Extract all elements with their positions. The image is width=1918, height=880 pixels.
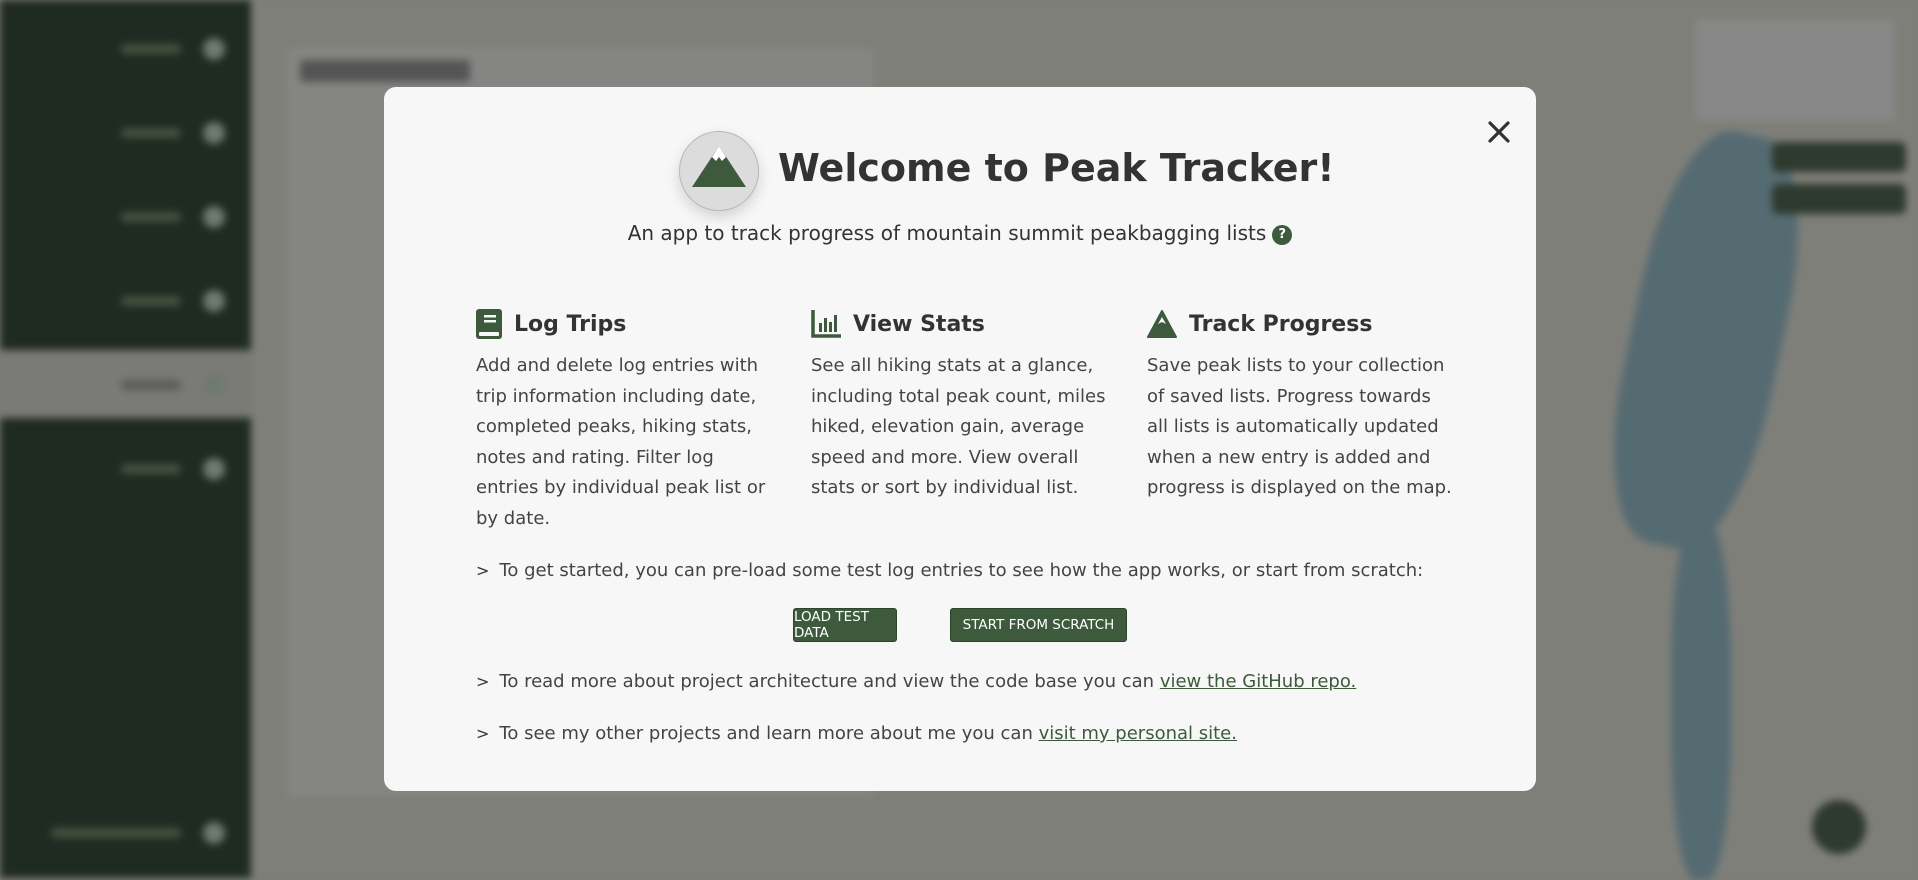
feature-title: Track Progress (1189, 311, 1373, 337)
personal-site-link[interactable]: visit my personal site. (1039, 723, 1237, 744)
personal-site-note: > To see my other projects and learn more… (476, 723, 1237, 744)
github-note: > To read more about project architecture… (476, 671, 1356, 692)
mountain-icon (1147, 310, 1177, 338)
subtitle-text: An app to track progress of mountain sum… (627, 221, 1267, 245)
get-started-note: > To get started, you can pre-load some t… (476, 560, 1423, 581)
feature-title: View Stats (853, 311, 985, 337)
welcome-modal: Welcome to Peak Tracker! An app to track… (384, 87, 1536, 791)
feature-track-progress: Track Progress Save peak lists to your c… (1147, 307, 1452, 504)
book-icon (476, 309, 502, 339)
load-test-data-button[interactable]: LOAD TEST DATA (793, 608, 897, 642)
chart-bar-icon (811, 310, 841, 338)
github-text: To read more about project architecture … (499, 671, 1160, 692)
chevron-right-icon: > (476, 724, 490, 743)
chevron-right-icon: > (476, 672, 490, 691)
close-button[interactable] (1484, 117, 1514, 147)
feature-text: See all hiking stats at a glance, includ… (811, 355, 1106, 498)
modal-title: Welcome to Peak Tracker! (778, 146, 1335, 190)
modal-subtitle: An app to track progress of mountain sum… (384, 221, 1536, 245)
chevron-right-icon: > (476, 561, 490, 580)
feature-view-stats: View Stats See all hiking stats at a gla… (811, 307, 1116, 504)
get-started-text: To get started, you can pre-load some te… (499, 560, 1424, 581)
feature-log-trips: Log Trips Add and delete log entries wit… (476, 307, 781, 534)
mountain-logo-icon (692, 146, 746, 187)
feature-title: Log Trips (514, 311, 627, 337)
github-link[interactable]: view the GitHub repo. (1160, 671, 1356, 692)
app-logo (679, 131, 759, 211)
close-icon (1488, 121, 1510, 143)
help-icon[interactable]: ? (1272, 225, 1293, 245)
start-from-scratch-button[interactable]: START FROM SCRATCH (950, 608, 1127, 642)
feature-text: Save peak lists to your collection of sa… (1147, 355, 1452, 498)
feature-text: Add and delete log entries with trip inf… (476, 355, 766, 529)
personal-site-text: To see my other projects and learn more … (499, 723, 1039, 744)
